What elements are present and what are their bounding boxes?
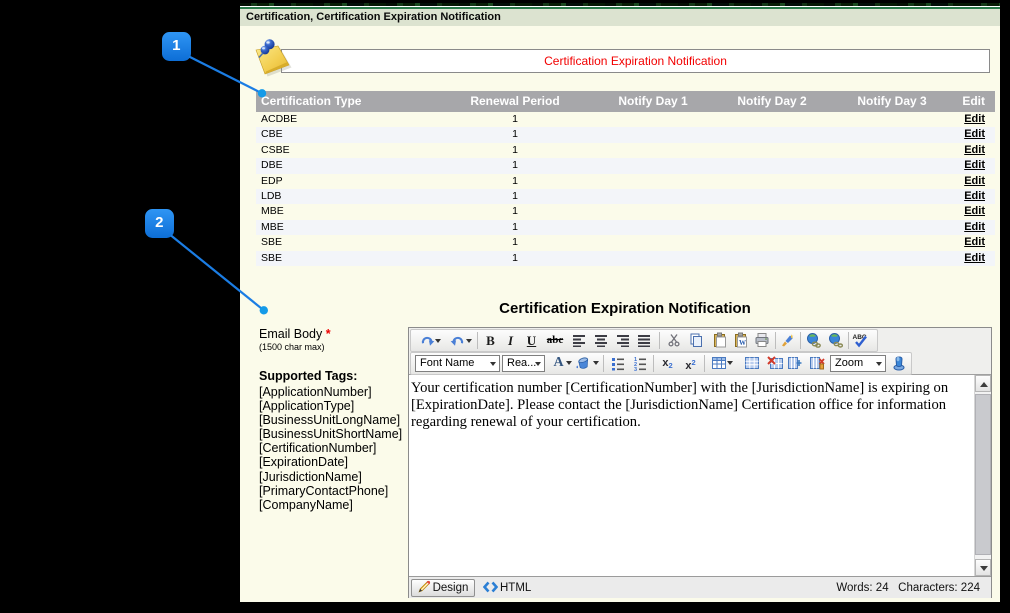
svg-text:3: 3: [634, 367, 637, 371]
svg-text:W: W: [739, 339, 746, 347]
